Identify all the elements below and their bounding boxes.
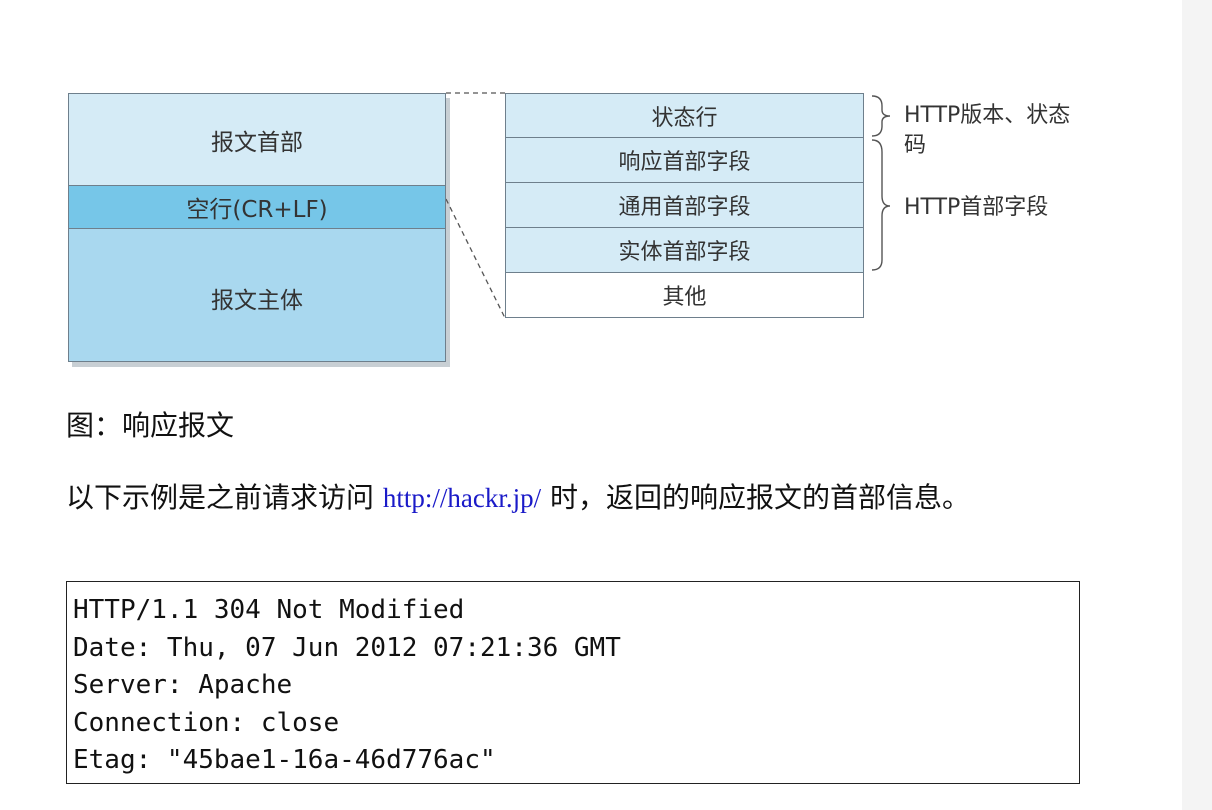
status-line-row: 状态行 [505,93,864,138]
brace-header-fields [871,139,891,271]
code-line: Etag: "45bae1-16a-46d776ac" [73,745,496,775]
message-body-block: 报文主体 [68,229,446,362]
code-line: Connection: close [73,707,340,738]
code-line: Date: Thu, 07 Jun 2012 07:21:36 GMT [73,632,621,663]
intro-paragraph: 以下示例是之前请求访问 http://hackr.jp/ 时，返回的响应报文的首… [66,480,1066,516]
message-header-block: 报文首部 [68,93,446,185]
figure-caption: 图：响应报文 [66,409,235,442]
general-header-fields-row: 通用首部字段 [505,183,864,228]
scroll-gutter [1182,0,1212,810]
hackr-link[interactable]: http://hackr.jp/ [383,483,541,513]
code-line: HTTP/1.1 304 Not Modified [73,595,465,625]
response-message-figure: 报文首部 空行(CR+LF) 报文主体 状态行 响应首部字段 通用首部字段 实体… [0,0,1100,380]
response-header-fields-row: 响应首部字段 [505,138,864,183]
brace-status-line [871,95,891,137]
code-line: Server: Apache [73,670,293,700]
status-line-annotation: HTTP版本、状态码 [904,103,1071,158]
response-header-code-block: HTTP/1.1 304 Not Modified Date: Thu, 07 … [66,581,1080,784]
blank-line-block: 空行(CR+LF) [68,185,446,229]
header-fields-annotation: HTTP首部字段 [904,195,1049,220]
other-row: 其他 [505,273,864,318]
expand-line-bottom [445,198,506,319]
paragraph-text-after: 时，返回的响应报文的首部信息。 [541,481,971,514]
paragraph-text-before: 以下示例是之前请求访问 [66,481,383,514]
entity-header-fields-row: 实体首部字段 [505,228,864,273]
